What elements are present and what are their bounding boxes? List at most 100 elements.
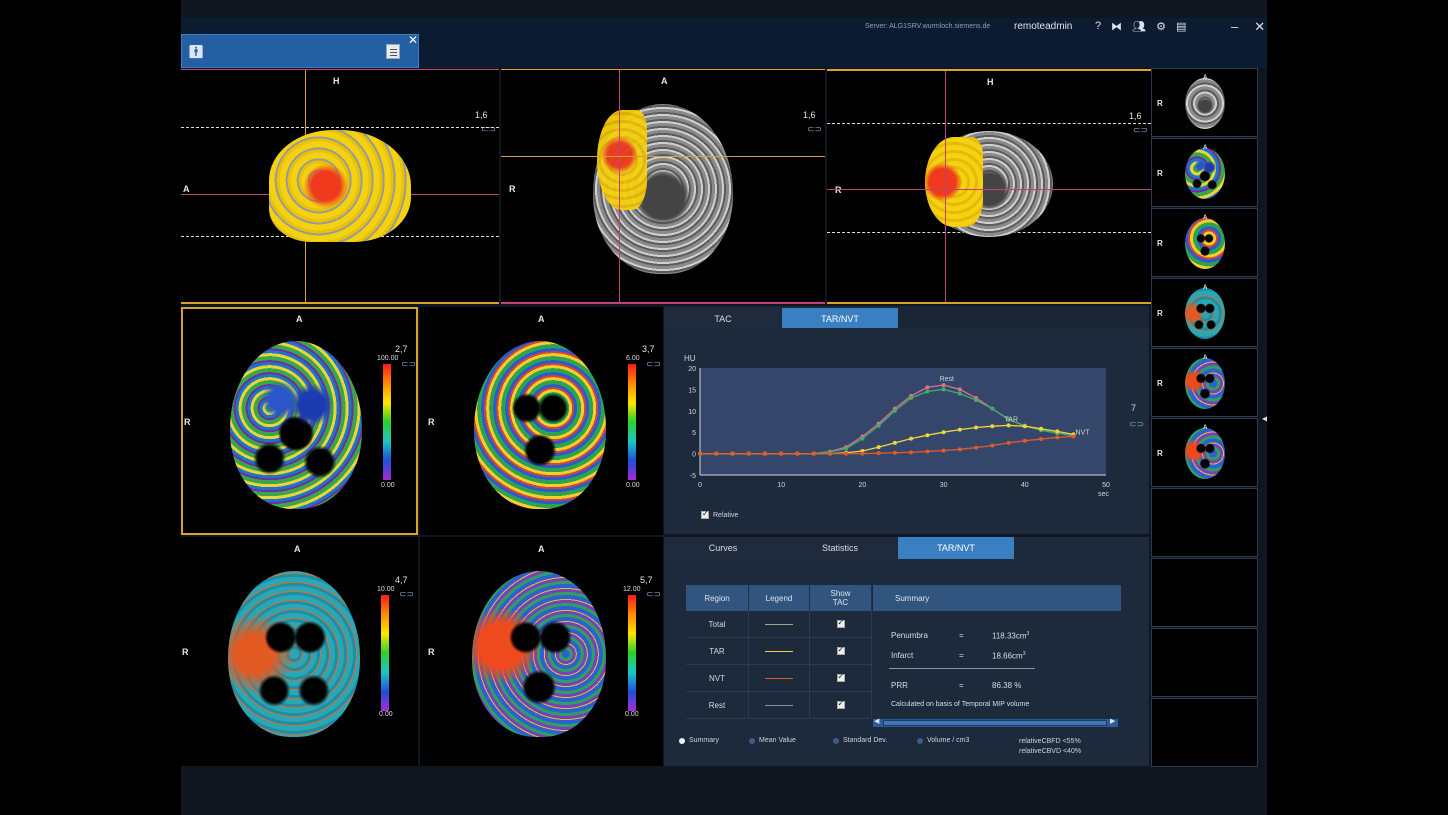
show-tac-cell[interactable] <box>810 638 872 664</box>
show-tac-cell[interactable] <box>810 611 872 637</box>
viewport-coronal[interactable]: H R 1,6 ⊂⊃ <box>827 69 1151 304</box>
data-point <box>909 450 914 455</box>
data-point <box>941 430 946 435</box>
viewport-axial[interactable]: A R 1,6 ⊂⊃ <box>501 69 825 304</box>
tac-chart[interactable]: -5051015200 10 20 30 40 50HUsecRestTARNVT <box>664 328 1149 534</box>
scroll-left-icon[interactable]: ◀ <box>874 717 879 725</box>
threshold-cbf: relativeCBFD <55% <box>1019 738 1081 745</box>
tab-tar-nvt[interactable]: TAR/NVT <box>898 537 1014 559</box>
toolbox-icon[interactable]: ▤ <box>1176 20 1186 33</box>
penumbra-value: 118.33cm3 <box>992 631 1029 641</box>
series-thumbnail[interactable]: RA <box>1151 68 1258 137</box>
empty-thumbnail-slot[interactable] <box>1151 628 1258 697</box>
series-thumbnail[interactable]: RA <box>1151 278 1258 347</box>
series-thumbnail[interactable]: RA <box>1151 208 1258 277</box>
patient-tab[interactable]: 🚹︎ ✕ <box>181 33 419 68</box>
tab-statistics[interactable]: Statistics <box>782 537 898 559</box>
radio-option[interactable]: Volume / cm3 <box>917 737 1007 744</box>
link-icon[interactable]: ⊂⊃ <box>1133 125 1148 136</box>
data-point <box>860 451 865 456</box>
link-icon[interactable]: ⊂⊃ <box>481 124 496 135</box>
minimize-button[interactable]: – <box>1231 19 1238 35</box>
tab-curves[interactable]: Curves <box>664 537 782 559</box>
map-viewport-cbv[interactable]: A R 3,7 ⊂⊃ 6.00 0.00 <box>420 307 663 535</box>
radio-option[interactable]: Mean Value <box>749 737 833 744</box>
series-thumbnail[interactable]: RA <box>1151 138 1258 207</box>
empty-thumbnail-slot[interactable] <box>1151 698 1258 767</box>
viewport-sagittal[interactable]: H A 1,6 ⊂⊃ <box>181 69 499 304</box>
user-name[interactable]: remoteadmin <box>1014 21 1072 32</box>
penumbra-label: Penumbra <box>891 631 928 640</box>
scroll-thumb[interactable] <box>883 720 1107 726</box>
link-icon[interactable]: ⊂⊃ <box>399 589 414 600</box>
data-point <box>876 451 881 456</box>
series-thumbnail[interactable]: RA <box>1151 418 1258 487</box>
data-point <box>714 451 719 456</box>
legend-swatch <box>749 692 810 718</box>
summary-header: Summary <box>873 585 1121 611</box>
link-icon[interactable]: ⊂⊃ <box>1129 419 1144 430</box>
link-icon[interactable]: ⊂⊃ <box>401 359 416 370</box>
table-row[interactable]: NVT <box>686 665 872 692</box>
map-viewport-ttp[interactable]: A R 5,7 ⊂⊃ 12.00 0.00 <box>420 537 663 766</box>
table-row[interactable]: Rest <box>686 692 872 719</box>
orientation-top: H <box>987 77 994 87</box>
penumbra-equals: = <box>959 631 964 640</box>
radio-dot[interactable] <box>749 737 755 744</box>
show-tac-cell[interactable] <box>810 665 872 691</box>
empty-thumbnail-slot[interactable] <box>1151 558 1258 627</box>
table-row[interactable]: Total <box>686 611 872 638</box>
link-icon[interactable]: ⊂⊃ <box>646 359 661 370</box>
close-window-button[interactable]: ✕ <box>1254 19 1265 35</box>
show-tac-cell[interactable] <box>810 692 872 718</box>
radio-dot[interactable] <box>917 737 923 744</box>
radio-dot[interactable] <box>679 737 685 744</box>
y-tick-label: 5 <box>692 430 696 437</box>
zoom-value: 2,7 <box>395 344 408 354</box>
x-tick-label: 50 <box>1102 482 1110 489</box>
data-point <box>811 451 816 456</box>
report-icon[interactable] <box>386 44 400 59</box>
perfusion-map-image <box>474 341 606 509</box>
color-scale <box>383 364 391 480</box>
series-label: Rest <box>940 376 954 383</box>
tab-tar-nvt[interactable]: TAR/NVT <box>782 308 898 330</box>
panel-collapse-icon[interactable]: ◀ <box>1262 414 1267 423</box>
orientation-top: A <box>1203 285 1208 291</box>
scroll-right-icon[interactable]: ▶ <box>1110 717 1115 725</box>
radio-option[interactable]: Standard Dev. <box>833 737 917 744</box>
summary-scrollbar[interactable]: ◀ ▶ <box>873 717 1118 727</box>
gear-icon[interactable]: ⚙ <box>1156 20 1166 33</box>
link-icon[interactable]: ⊂⊃ <box>807 124 822 135</box>
tab-tac[interactable]: TAC <box>664 308 782 330</box>
link-icon[interactable]: ⊂⊃ <box>646 589 661 600</box>
radio-dot[interactable] <box>833 737 839 744</box>
users-icon[interactable]: 👥︎ <box>1132 20 1146 33</box>
infarct-number: 18.66cm <box>992 651 1023 661</box>
data-point <box>974 445 979 450</box>
show-tac-checkbox[interactable] <box>836 645 845 655</box>
help-icon[interactable]: ? <box>1095 20 1101 33</box>
relative-checkbox[interactable]: Relative <box>701 509 738 519</box>
table-row[interactable]: TAR <box>686 638 872 665</box>
orientation-left: R <box>182 647 189 657</box>
map-viewport-mtt[interactable]: A R 4,7 ⊂⊃ 10.00 0.00 <box>181 537 418 766</box>
empty-thumbnail-slot[interactable] <box>1151 488 1258 557</box>
y-axis-label: HU <box>684 354 696 363</box>
show-tac-checkbox[interactable] <box>836 672 845 682</box>
show-tac-checkbox[interactable] <box>836 699 845 709</box>
data-point <box>909 395 914 400</box>
data-point <box>1039 426 1044 431</box>
checkbox-icon[interactable] <box>701 509 709 519</box>
data-point <box>990 406 995 411</box>
data-point <box>974 425 979 430</box>
close-tab-button[interactable]: ✕ <box>408 33 418 47</box>
layout-icon[interactable]: ⧓ <box>1111 20 1122 33</box>
scale-min: 0.00 <box>379 711 393 718</box>
radio-option[interactable]: Summary <box>679 737 749 744</box>
series-thumbnail[interactable]: RA <box>1151 348 1258 417</box>
map-viewport-cbf[interactable]: A R 2,7 ⊂⊃ 100.00 0.00 <box>181 307 418 535</box>
show-tac-checkbox[interactable] <box>836 618 845 628</box>
legend-line <box>765 677 793 679</box>
color-scale <box>628 595 636 711</box>
